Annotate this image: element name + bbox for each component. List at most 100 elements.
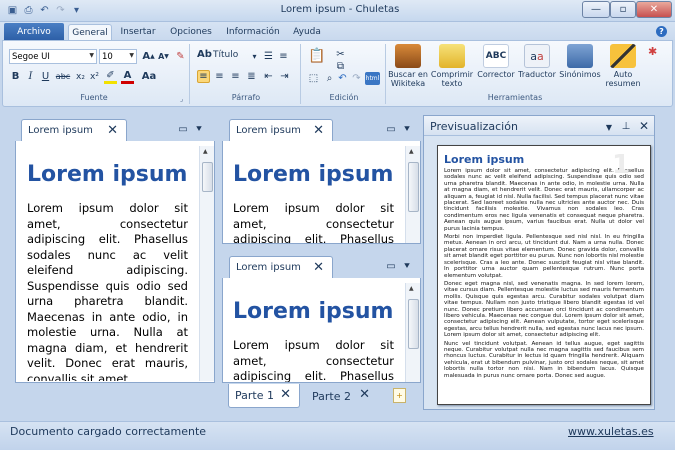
sinonimos-button[interactable]: Sinónimos	[558, 44, 602, 79]
numbering-icon[interactable]: ≡	[277, 50, 290, 63]
pin-icon[interactable]: ⊥	[620, 120, 632, 132]
scroll-thumb[interactable]	[202, 162, 213, 192]
select-icon[interactable]: ⬚	[307, 72, 320, 85]
scroll-thumb[interactable]	[408, 299, 419, 349]
scroll-up-icon[interactable]: ▲	[409, 285, 414, 292]
align-center-icon[interactable]: ≡	[213, 70, 226, 83]
customize-icon[interactable]: ▾	[70, 4, 83, 17]
bold-button[interactable]: B	[9, 70, 22, 83]
comprimir-button[interactable]: Comprimir texto	[430, 44, 474, 88]
tab-parte-2[interactable]: Parte 2 ✕	[306, 384, 378, 408]
doc-body[interactable]: Lorem ipsum dolor sit amet, consectetur …	[233, 201, 394, 243]
auto-summary-icon	[610, 44, 636, 68]
editor-tab-label: Lorem ipsum	[236, 125, 301, 136]
close-tab-icon[interactable]: ✕	[359, 387, 370, 402]
italic-button[interactable]: I	[24, 70, 37, 83]
scroll-up-icon[interactable]: ▲	[409, 148, 414, 155]
tab-insertar[interactable]: Insertar	[116, 24, 160, 40]
editor-panel-left[interactable]: Lorem ipsum Lorem ipsum dolor sit amet, …	[15, 141, 215, 383]
auto-resumen-button[interactable]: Auto resumen	[603, 44, 643, 88]
extra-tool-icon[interactable]: ✱	[648, 45, 657, 58]
editor-tab-right-top[interactable]: Lorem ipsum ✕	[229, 119, 333, 141]
scrollbar[interactable]: ▲	[405, 283, 420, 382]
panel-menu-icon[interactable]: ⯆	[401, 260, 413, 272]
maximize-panel-icon[interactable]: ▭	[385, 123, 397, 135]
undo-icon[interactable]: ↶	[38, 4, 51, 17]
highlight-icon[interactable]: ✐	[104, 70, 117, 84]
print-icon[interactable]: ⎙	[22, 4, 35, 17]
redo-edit-icon[interactable]: ↷	[350, 72, 363, 85]
help-icon[interactable]: ?	[656, 26, 667, 37]
close-tab-icon[interactable]: ✕	[107, 123, 118, 138]
editor-tab-right-bottom[interactable]: Lorem ipsum ✕	[229, 256, 333, 278]
font-name-select[interactable]: Segoe UI ▼	[9, 49, 97, 64]
justify-icon[interactable]: ≣	[245, 70, 258, 83]
redo-icon[interactable]: ↷	[54, 4, 67, 17]
wikiteka-button[interactable]: Buscar en Wikiteka	[388, 44, 428, 88]
scrollbar[interactable]: ▲	[405, 146, 420, 243]
underline-button[interactable]: U	[39, 70, 52, 83]
preview-title: Previsualización	[430, 120, 518, 133]
undo-edit-icon[interactable]: ↶	[336, 72, 349, 85]
group-label-herramientas: Herramientas	[487, 93, 543, 102]
font-size-value: 10	[102, 51, 113, 62]
editor-tab-left[interactable]: Lorem ipsum ✕	[21, 119, 127, 141]
minimize-button[interactable]: —	[582, 1, 610, 18]
tab-parte-1[interactable]: Parte 1 ✕	[228, 384, 300, 408]
html-icon[interactable]: html	[365, 72, 380, 85]
tab-archivo[interactable]: Archivo	[4, 23, 64, 40]
panel-menu-icon[interactable]: ⯆	[193, 123, 205, 135]
indent-icon[interactable]: ⇥	[278, 70, 291, 83]
scroll-thumb[interactable]	[408, 162, 419, 212]
close-tab-icon[interactable]: ✕	[280, 387, 291, 402]
corrector-button[interactable]: ABC Corrector	[476, 44, 516, 79]
align-left-icon[interactable]: ≡	[197, 70, 210, 83]
preview-menu-icon[interactable]: ▼	[603, 121, 615, 133]
tab-ayuda[interactable]: Ayuda	[289, 24, 325, 40]
close-tab-icon[interactable]: ✕	[313, 123, 324, 138]
sinonimos-label: Sinónimos	[559, 70, 601, 79]
wikiteka-label: Buscar en Wikiteka	[388, 70, 428, 88]
new-part-icon[interactable]: +	[393, 388, 406, 403]
grow-font-icon[interactable]: A ▲	[142, 50, 155, 63]
editor-panel-right-bottom[interactable]: Lorem ipsum Lorem ipsum dolor sit amet, …	[222, 278, 421, 383]
maximize-panel-icon[interactable]: ▭	[177, 123, 189, 135]
outdent-icon[interactable]: ⇤	[262, 70, 275, 83]
window-title: Lorem ipsum - Chuletas	[280, 4, 400, 15]
change-case-button[interactable]: Aa	[140, 70, 158, 83]
bullets-icon[interactable]: ☰	[262, 50, 275, 63]
font-color-button[interactable]: A	[121, 70, 134, 84]
maximize-button[interactable]: ▫	[610, 1, 636, 18]
find-icon[interactable]: ⌕	[323, 72, 336, 85]
dialog-launcher-icon[interactable]: ⌟	[180, 95, 183, 103]
superscript-button[interactable]: x²	[88, 70, 101, 83]
strikethrough-button[interactable]: abc	[54, 70, 72, 83]
preview-page[interactable]: Lorem ipsum Lorem ipsum dolor sit amet, …	[437, 145, 651, 405]
scrollbar[interactable]: ▲	[199, 146, 214, 381]
style-icon[interactable]: Ab	[197, 49, 212, 60]
close-button[interactable]: ✕	[636, 1, 672, 18]
clear-format-icon[interactable]: ✎	[174, 50, 187, 63]
tab-informacion[interactable]: Información	[222, 24, 284, 40]
website-link[interactable]: www.xuletas.es	[568, 425, 654, 438]
subscript-button[interactable]: x₂	[74, 70, 87, 83]
maximize-panel-icon[interactable]: ▭	[385, 260, 397, 272]
close-tab-icon[interactable]: ✕	[313, 260, 324, 275]
preview-close-icon[interactable]: ✕	[638, 119, 650, 133]
doc-body[interactable]: Lorem ipsum dolor sit amet, consectetur …	[27, 201, 188, 381]
shrink-font-icon[interactable]: A ▼	[157, 50, 170, 63]
preview-paragraph: Donec eget magna nisl, sed venenatis mag…	[444, 280, 644, 339]
font-size-select[interactable]: 10 ▼	[99, 49, 137, 64]
style-dropdown-icon[interactable]: ▾	[248, 50, 261, 63]
paste-icon[interactable]: 📋	[307, 47, 327, 65]
save-icon[interactable]: ▣	[6, 4, 19, 17]
editor-panel-right-top[interactable]: Lorem ipsum Lorem ipsum dolor sit amet, …	[222, 141, 421, 244]
traductor-button[interactable]: aa Traductor	[516, 44, 558, 79]
doc-body[interactable]: Lorem ipsum dolor sit amet, consectetur …	[233, 338, 394, 382]
scroll-up-icon[interactable]: ▲	[203, 148, 208, 155]
tab-general[interactable]: General	[68, 24, 112, 41]
tab-opciones[interactable]: Opciones	[165, 24, 217, 40]
panel-menu-icon[interactable]: ⯆	[401, 123, 413, 135]
align-right-icon[interactable]: ≡	[229, 70, 242, 83]
style-select-label[interactable]: Título	[213, 50, 238, 60]
